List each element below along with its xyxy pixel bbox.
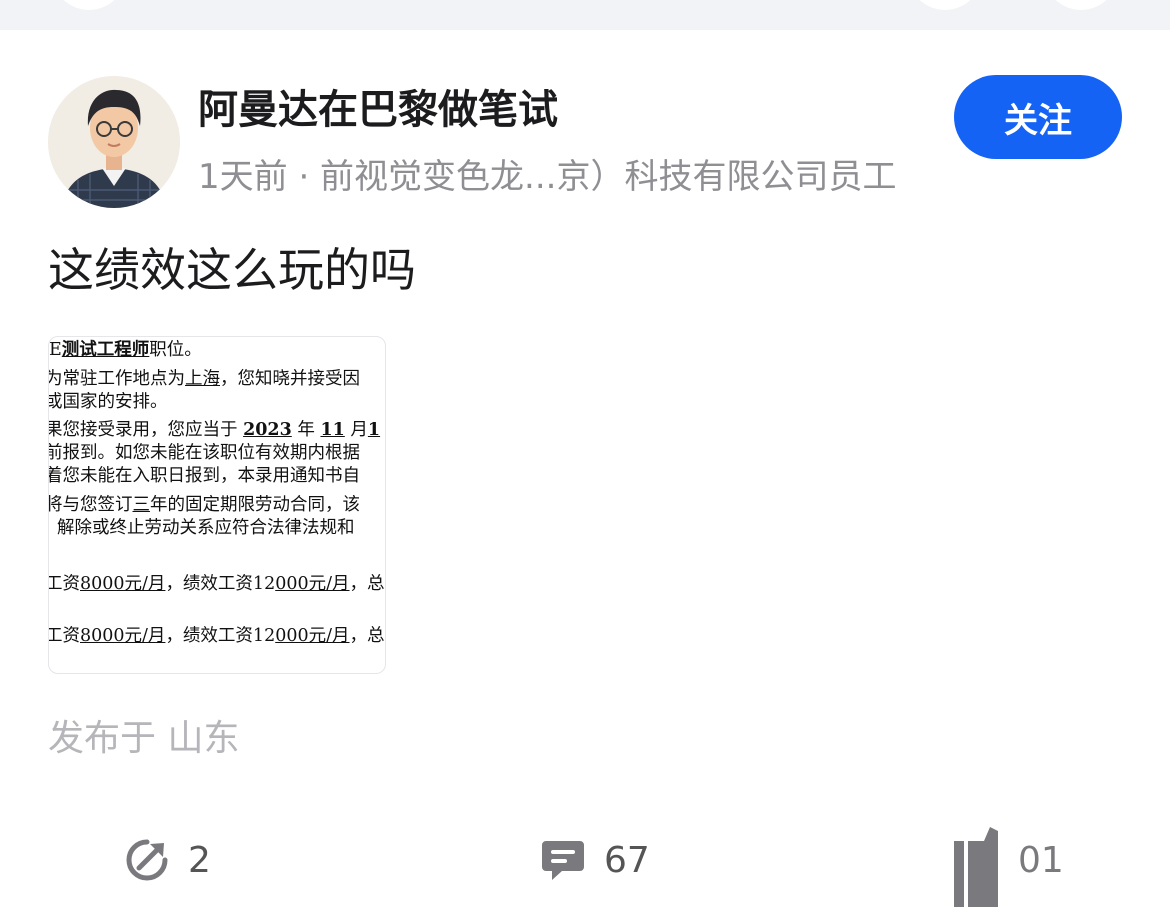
document-line: 着您未能在入职日报到，本录用通知书自 bbox=[48, 466, 360, 486]
document-line: 将与您签订三年的固定期限劳动合同，该 bbox=[48, 495, 360, 515]
document-line: 工资8000元/月，绩效工资12000元/月，总 bbox=[48, 626, 385, 646]
user-avatar-icon bbox=[48, 76, 180, 208]
thumbs-up-icon bbox=[954, 827, 998, 907]
document-line: 解除或终止劳动关系应符合法律法规和 bbox=[57, 518, 355, 538]
top-bar-button[interactable] bbox=[1044, 0, 1118, 10]
share-count: 2 bbox=[188, 839, 211, 881]
document-line: 前报到。如您未能在该职位有效期内根据 bbox=[48, 443, 360, 463]
post-location: 发布于 山东 bbox=[48, 718, 240, 759]
author-name[interactable]: 阿曼达在巴黎做笔试 bbox=[198, 84, 558, 136]
follow-button[interactable]: 关注 bbox=[954, 75, 1122, 159]
document-line: E测试工程师职位。 bbox=[49, 340, 202, 360]
post-text: 这绩效这么玩的吗 bbox=[48, 243, 416, 297]
like-button[interactable]: 01 bbox=[954, 827, 1064, 907]
document-line: 果您接受录用，您应当于 2023 年 11 月1 bbox=[48, 420, 381, 440]
like-count: 01 bbox=[1018, 839, 1064, 881]
top-bar-button[interactable] bbox=[52, 0, 126, 10]
document-line: 或国家的安排。 bbox=[48, 392, 168, 412]
top-bar bbox=[0, 0, 1170, 30]
post-image[interactable]: E测试工程师职位。 为常驻工作地点为上海，您知晓并接受因 或国家的安排。 果您接… bbox=[48, 336, 386, 674]
avatar[interactable] bbox=[48, 76, 180, 208]
top-bar-button[interactable] bbox=[908, 0, 982, 10]
document-line: 为常驻工作地点为上海，您知晓并接受因 bbox=[48, 369, 360, 389]
share-arrow-icon bbox=[126, 839, 168, 881]
share-button[interactable]: 2 bbox=[124, 832, 211, 888]
comment-button[interactable]: 67 bbox=[540, 832, 650, 888]
comment-bubble-icon bbox=[542, 841, 584, 880]
post-meta: 1天前 · 前视觉变色龙...京）科技有限公司员工 bbox=[198, 157, 897, 197]
comment-count: 67 bbox=[604, 839, 650, 881]
document-line: 工资8000元/月，绩效工资12000元/月，总 bbox=[48, 574, 385, 594]
